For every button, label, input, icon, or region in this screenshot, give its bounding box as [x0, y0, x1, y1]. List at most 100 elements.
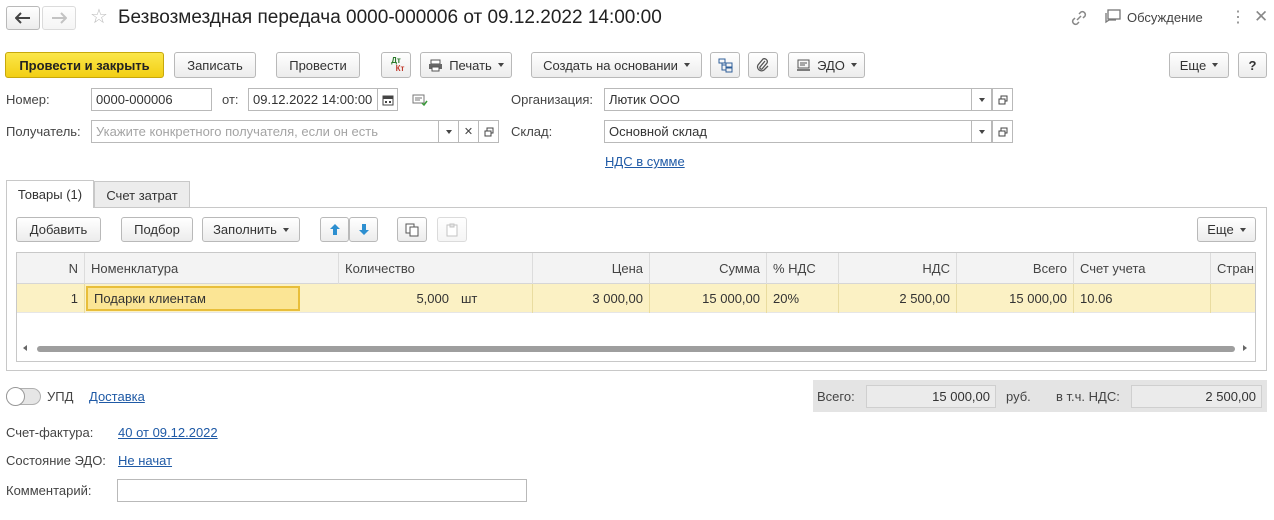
forward-button[interactable] — [42, 6, 76, 30]
vat-included-value-field: 2 500,00 — [1131, 385, 1262, 408]
open-window-icon — [998, 95, 1007, 104]
move-down-button[interactable] — [349, 217, 378, 242]
pick-button[interactable]: Подбор — [121, 217, 193, 242]
cell-account[interactable]: 10.06 — [1074, 284, 1211, 313]
link-icon[interactable] — [1070, 9, 1088, 30]
delivery-link[interactable]: Доставка — [89, 389, 145, 404]
save-button[interactable]: Записать — [174, 52, 256, 78]
edo-label: ЭДО — [817, 57, 845, 73]
vat-included-label: в т.ч. НДС: — [1056, 389, 1120, 404]
arrow-up-icon — [329, 224, 340, 235]
dtkt-icon-bottom: Кт — [395, 64, 405, 73]
organization-label: Организация: — [511, 92, 594, 107]
number-label: Номер: — [6, 92, 50, 107]
post-button[interactable]: Провести — [276, 52, 360, 78]
col-nomenclature[interactable]: Номенклатура — [85, 253, 339, 284]
cell-vat-rate[interactable]: 20% — [767, 284, 839, 313]
edo-button[interactable]: ЭДО — [788, 52, 865, 78]
cell-price[interactable]: 3 000,00 — [533, 284, 650, 313]
col-total[interactable]: Всего — [957, 253, 1074, 284]
post-and-close-button[interactable]: Провести и закрыть — [5, 52, 164, 78]
favorite-star-icon[interactable]: ☆ — [90, 6, 108, 28]
col-sum[interactable]: Сумма — [650, 253, 767, 284]
move-up-button[interactable] — [320, 217, 349, 242]
warehouse-open-button[interactable] — [992, 120, 1013, 143]
invoice-label: Счет-фактура: — [6, 425, 94, 440]
create-based-on-button[interactable]: Создать на основании — [531, 52, 702, 78]
tab-cost-account[interactable]: Счет затрат — [94, 181, 190, 208]
date-label: от: — [222, 92, 239, 107]
number-history-icon[interactable] — [412, 93, 428, 110]
paste-icon — [446, 223, 458, 236]
edo-icon — [797, 59, 811, 71]
recipient-open-button[interactable] — [478, 120, 499, 143]
discussion-button[interactable]: Обсуждение — [1104, 9, 1203, 25]
fill-label: Заполнить — [213, 222, 277, 237]
scroll-right-arrow[interactable] — [1243, 345, 1247, 351]
tab-goods[interactable]: Товары (1) — [6, 180, 94, 208]
recipient-label: Получатель: — [6, 124, 81, 139]
col-account[interactable]: Счет учета — [1074, 253, 1211, 284]
table-row[interactable]: 1 Подарки клиентам 5,000 шт 3 000,00 15 … — [17, 284, 1255, 313]
close-icon[interactable]: ✕ — [1254, 7, 1268, 27]
upd-toggle[interactable] — [6, 387, 41, 406]
warehouse-field[interactable]: Основной склад — [604, 120, 972, 143]
invoice-link[interactable]: 40 от 09.12.2022 — [118, 425, 218, 440]
copy-row-button[interactable] — [397, 217, 427, 242]
print-button[interactable]: Печать — [420, 52, 512, 78]
recipient-dropdown-button[interactable] — [438, 120, 459, 143]
table-header: N Номенклатура Количество Цена Сумма % Н… — [17, 253, 1255, 284]
page-title: Безвозмездная передача 0000-000006 от 09… — [118, 7, 662, 28]
scroll-left-arrow[interactable] — [23, 345, 27, 351]
printer-icon — [429, 59, 443, 71]
vat-in-sum-link[interactable]: НДС в сумме — [605, 154, 685, 169]
more-menu-icon[interactable]: ⋮ — [1230, 8, 1246, 28]
number-field[interactable]: 0000-000006 — [91, 88, 212, 111]
cell-vat[interactable]: 2 500,00 — [839, 284, 957, 313]
col-vat-rate[interactable]: % НДС — [767, 253, 839, 284]
goods-table: N Номенклатура Количество Цена Сумма % Н… — [16, 252, 1256, 362]
cell-country[interactable] — [1211, 284, 1255, 313]
back-button[interactable] — [6, 6, 40, 30]
edo-state-link[interactable]: Не начат — [118, 453, 172, 468]
add-row-button[interactable]: Добавить — [16, 217, 101, 242]
col-price[interactable]: Цена — [533, 253, 650, 284]
horizontal-scrollbar-thumb[interactable] — [37, 346, 1235, 352]
organization-field[interactable]: Лютик ООО — [604, 88, 972, 111]
cell-total[interactable]: 15 000,00 — [957, 284, 1074, 313]
attach-button[interactable] — [748, 52, 778, 78]
comment-label: Комментарий: — [6, 483, 92, 498]
col-n[interactable]: N — [17, 253, 85, 284]
col-country[interactable]: Стран — [1211, 253, 1255, 284]
structure-button[interactable] — [710, 52, 740, 78]
arrow-down-icon — [358, 224, 369, 235]
arrow-right-icon — [52, 12, 67, 24]
dtkt-button[interactable]: Дт Кт — [381, 52, 411, 78]
recipient-field[interactable]: Укажите конкретного получателя, если он … — [91, 120, 439, 143]
date-field[interactable]: 09.12.2022 14:00:00 — [248, 88, 378, 111]
clear-icon: ✕ — [463, 126, 474, 138]
paste-row-button[interactable] — [437, 217, 467, 242]
chevron-down-icon — [282, 227, 289, 232]
cell-nomenclature[interactable]: Подарки клиентам — [86, 286, 300, 311]
table-more-label: Еще — [1207, 222, 1234, 237]
calendar-button[interactable] — [377, 88, 398, 111]
toggle-knob — [6, 387, 25, 406]
warehouse-dropdown-button[interactable] — [971, 120, 992, 143]
fill-button[interactable]: Заполнить — [202, 217, 300, 242]
recipient-clear-button[interactable]: ✕ — [458, 120, 479, 143]
col-vat[interactable]: НДС — [839, 253, 957, 284]
cell-unit[interactable]: шт — [455, 284, 533, 313]
help-button[interactable]: ? — [1238, 52, 1267, 78]
cell-quantity[interactable]: 5,000 — [339, 284, 455, 313]
more-button[interactable]: Еще — [1169, 52, 1229, 78]
arrow-left-icon — [15, 12, 30, 24]
cell-sum[interactable]: 15 000,00 — [650, 284, 767, 313]
comment-input[interactable] — [117, 479, 527, 502]
create-based-on-label: Создать на основании — [543, 57, 678, 73]
organization-dropdown-button[interactable] — [971, 88, 992, 111]
chevron-down-icon — [1239, 227, 1246, 232]
organization-open-button[interactable] — [992, 88, 1013, 111]
col-quantity[interactable]: Количество — [339, 253, 533, 284]
table-more-button[interactable]: Еще — [1197, 217, 1256, 242]
